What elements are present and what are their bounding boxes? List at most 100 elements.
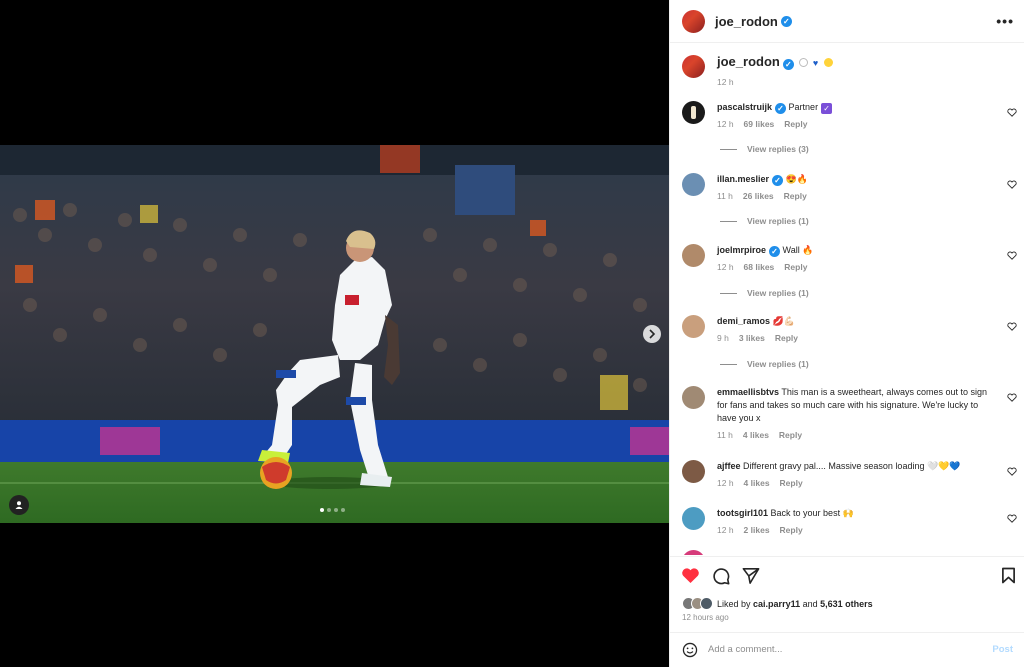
- comment-text: Back to your best 🙌: [770, 508, 854, 518]
- commenter-avatar[interactable]: [682, 244, 705, 267]
- commenter-avatar[interactable]: [682, 173, 705, 196]
- reply-button[interactable]: Reply: [779, 430, 802, 440]
- commenter-avatar[interactable]: [682, 460, 705, 483]
- liker-avatar: [700, 597, 713, 610]
- verified-badge-icon: ✓: [775, 103, 787, 114]
- verified-badge-icon: ✓: [769, 246, 781, 257]
- comment-likes[interactable]: 3 likes: [739, 333, 765, 343]
- carousel-dot: [341, 508, 345, 512]
- comment-username[interactable]: illan.meslier: [717, 174, 769, 184]
- heart-outline-icon[interactable]: [1007, 322, 1017, 331]
- liked-by-user[interactable]: cai.parry11: [753, 599, 800, 609]
- verified-badge-icon: ✓: [780, 15, 792, 27]
- comment-likes[interactable]: 68 likes: [744, 262, 775, 272]
- heart-outline-icon[interactable]: [1007, 251, 1017, 260]
- comment-username[interactable]: emmaellisbtvs: [717, 387, 779, 397]
- blue-heart-icon: ♥: [812, 58, 819, 68]
- yellow-circle-icon: [823, 58, 833, 67]
- comment-icon[interactable]: [712, 567, 730, 585]
- comment-time: 9 h: [717, 333, 729, 343]
- liked-by-prefix: Liked by: [717, 598, 751, 609]
- send-icon[interactable]: [742, 567, 760, 584]
- heart-filled-icon[interactable]: [681, 567, 700, 584]
- verified-badge-icon: ✓: [772, 175, 784, 186]
- author-avatar[interactable]: [682, 9, 705, 33]
- heart-outline-icon[interactable]: [1007, 514, 1017, 523]
- liker-avatars: [682, 597, 713, 610]
- bookmark-icon[interactable]: [1001, 567, 1016, 584]
- reply-button[interactable]: Reply: [784, 262, 807, 272]
- carousel-dot: [320, 508, 324, 512]
- next-slide-button[interactable]: [643, 325, 661, 343]
- tagged-users-button[interactable]: [9, 495, 29, 515]
- commenter-avatar[interactable]: [682, 315, 705, 338]
- caption-username[interactable]: joe_rodon: [717, 54, 780, 69]
- comment-likes[interactable]: 4 likes: [743, 430, 769, 440]
- comment-username[interactable]: joelmrpiroe: [717, 245, 766, 255]
- comment-time: 12 h: [717, 262, 734, 272]
- chevron-right-icon: [649, 329, 656, 339]
- heart-outline-icon[interactable]: [1007, 393, 1017, 402]
- comment-likes[interactable]: 2 likes: [744, 525, 770, 535]
- comment-username[interactable]: tootsgirl101: [717, 508, 768, 518]
- purple-check-icon: ✓: [821, 103, 833, 114]
- author-avatar[interactable]: [682, 55, 705, 78]
- comment-input[interactable]: [708, 644, 993, 655]
- comment-username[interactable]: pascalstruijk: [717, 102, 772, 112]
- view-replies-button[interactable]: View replies (3): [720, 144, 809, 154]
- media-pane: [0, 0, 669, 667]
- commenter-avatar[interactable]: [682, 386, 705, 409]
- commenter-avatar[interactable]: [682, 550, 705, 555]
- post-timestamp: 12 hours ago: [682, 613, 729, 622]
- author-username[interactable]: joe_rodon: [715, 14, 778, 29]
- view-replies-button[interactable]: View replies (1): [720, 359, 809, 369]
- liked-by: Liked by cai.parry11 and 5,631 others: [682, 597, 873, 610]
- verified-badge-icon: ✓: [782, 59, 794, 70]
- comment-likes[interactable]: 4 likes: [744, 478, 770, 488]
- reply-button[interactable]: Reply: [784, 119, 807, 129]
- liked-by-and: and: [802, 598, 818, 609]
- likes-count[interactable]: 5,631 others: [820, 599, 873, 609]
- carousel-dot: [327, 508, 331, 512]
- comment-likes[interactable]: 69 likes: [744, 119, 775, 129]
- post-comment-button[interactable]: Post: [992, 644, 1013, 655]
- post-actions: Liked by cai.parry11 and 5,631 others 12…: [670, 556, 1024, 666]
- reply-button[interactable]: Reply: [780, 525, 803, 535]
- view-replies-button[interactable]: View replies (1): [720, 288, 809, 298]
- comment-likes[interactable]: 26 likes: [743, 191, 774, 201]
- comment-username[interactable]: demi_ramos: [717, 316, 770, 326]
- comment-time: 11 h: [717, 430, 733, 440]
- ellipsis-icon[interactable]: •••: [996, 13, 1014, 29]
- commenter-avatar[interactable]: [682, 101, 705, 124]
- reply-button[interactable]: Reply: [780, 478, 803, 488]
- post-header: joe_rodon ✓ •••: [670, 0, 1024, 43]
- carousel-indicators: [320, 508, 345, 512]
- comment-username[interactable]: ajffee: [717, 461, 741, 471]
- caption-time: 12 h: [717, 77, 734, 87]
- comments-list: joe_rodon ✓ ♥ 12 h pascalstruijk ✓ Partner…: [670, 43, 1024, 555]
- commenter-avatar[interactable]: [682, 507, 705, 530]
- heart-outline-icon[interactable]: [1007, 467, 1017, 476]
- comment-text: 💋💪🏻: [772, 316, 795, 326]
- comment-text: 😍🔥: [785, 174, 808, 184]
- post-photo[interactable]: [0, 145, 669, 523]
- reply-button[interactable]: Reply: [784, 191, 807, 201]
- white-circle-icon: [799, 58, 809, 67]
- comment-text: Partner: [788, 102, 819, 112]
- post-viewer: joe_rodon ✓ ••• joe_rodon ✓ ♥ 12 h pasca…: [0, 0, 1024, 667]
- reply-button[interactable]: Reply: [775, 333, 798, 343]
- comment-composer: Post: [670, 632, 1024, 666]
- user-icon: [15, 501, 23, 509]
- heart-outline-icon[interactable]: [1007, 180, 1017, 189]
- smile-icon[interactable]: [682, 642, 698, 658]
- comment-time: 11 h: [717, 191, 733, 201]
- carousel-dot: [334, 508, 338, 512]
- comment-time: 12 h: [717, 478, 734, 488]
- comment-text: Different gravy pal.... Massive season l…: [743, 461, 961, 471]
- comment-time: 12 h: [717, 119, 734, 129]
- post-panel: joe_rodon ✓ ••• joe_rodon ✓ ♥ 12 h pasca…: [669, 0, 1024, 667]
- comment-text: Wall 🔥: [782, 245, 814, 255]
- comment-time: 12 h: [717, 525, 734, 535]
- view-replies-button[interactable]: View replies (1): [720, 216, 809, 226]
- heart-outline-icon[interactable]: [1007, 108, 1017, 117]
